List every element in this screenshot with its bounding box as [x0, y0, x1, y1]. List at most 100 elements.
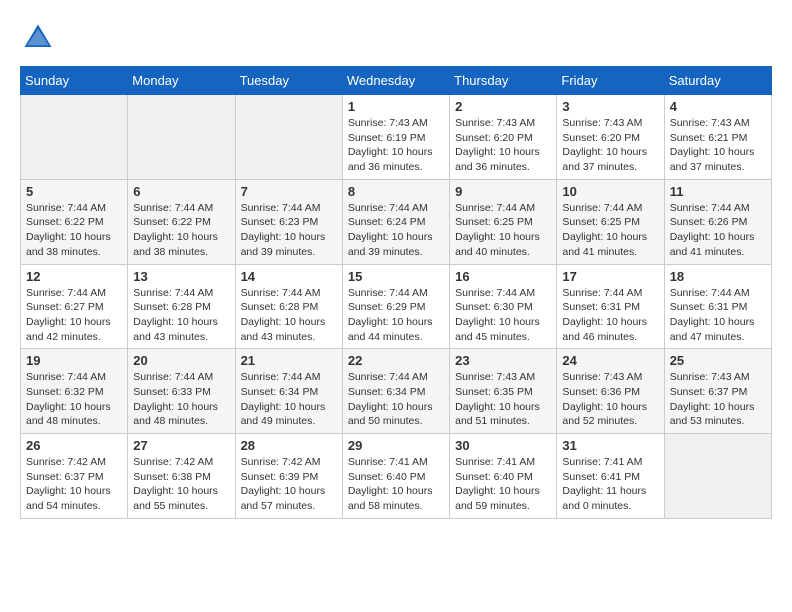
day-number: 7	[241, 184, 337, 199]
calendar-cell: 30 Sunrise: 7:41 AM Sunset: 6:40 PM Dayli…	[450, 434, 557, 519]
weekday-header-friday: Friday	[557, 67, 664, 95]
calendar-cell: 20Sunrise: 7:44 AM Sunset: 6:33 PM Dayli…	[128, 349, 235, 434]
day-number: 12	[26, 269, 122, 284]
calendar-cell	[664, 434, 771, 519]
day-info: Sunrise: 7:44 AM Sunset: 6:31 PM Dayligh…	[670, 286, 766, 345]
day-info: Sunrise: 7:41 AM Sunset: 6:40 PM Dayligh…	[348, 455, 444, 514]
calendar-cell: 9Sunrise: 7:44 AM Sunset: 6:25 PM Daylig…	[450, 179, 557, 264]
day-info: Sunrise: 7:43 AM Sunset: 6:21 PM Dayligh…	[670, 116, 766, 175]
calendar-cell: 3Sunrise: 7:43 AM Sunset: 6:20 PM Daylig…	[557, 95, 664, 180]
calendar-cell: 10 Sunrise: 7:44 AM Sunset: 6:25 PM Dayli…	[557, 179, 664, 264]
calendar-cell: 25Sunrise: 7:43 AM Sunset: 6:37 PM Dayli…	[664, 349, 771, 434]
day-info: Sunrise: 7:44 AM Sunset: 6:23 PM Dayligh…	[241, 201, 337, 260]
day-number: 15	[348, 269, 444, 284]
weekday-header-thursday: Thursday	[450, 67, 557, 95]
day-number: 31	[562, 438, 658, 453]
calendar-cell: 14Sunrise: 7:44 AM Sunset: 6:28 PM Dayli…	[235, 264, 342, 349]
day-number: 6	[133, 184, 229, 199]
day-info: Sunrise: 7:44 AM Sunset: 6:31 PM Dayligh…	[562, 286, 658, 345]
day-info: Sunrise: 7:44 AM Sunset: 6:30 PM Dayligh…	[455, 286, 551, 345]
weekday-header-monday: Monday	[128, 67, 235, 95]
weekday-header-wednesday: Wednesday	[342, 67, 449, 95]
calendar-cell: 23 Sunrise: 7:43 AM Sunset: 6:35 PM Dayli…	[450, 349, 557, 434]
day-number: 11	[670, 184, 766, 199]
day-info: Sunrise: 7:43 AM Sunset: 6:36 PM Dayligh…	[562, 370, 658, 429]
day-number: 28	[241, 438, 337, 453]
day-number: 21	[241, 353, 337, 368]
calendar-cell: 31 Sunrise: 7:41 AM Sunset: 6:41 PM Dayli…	[557, 434, 664, 519]
day-info: Sunrise: 7:44 AM Sunset: 6:32 PM Dayligh…	[26, 370, 122, 429]
weekday-header-row: SundayMondayTuesdayWednesdayThursdayFrid…	[21, 67, 772, 95]
day-info: Sunrise: 7:44 AM Sunset: 6:28 PM Dayligh…	[133, 286, 229, 345]
calendar-cell: 16 Sunrise: 7:44 AM Sunset: 6:30 PM Dayli…	[450, 264, 557, 349]
day-number: 3	[562, 99, 658, 114]
day-info: Sunrise: 7:41 AM Sunset: 6:41 PM Dayligh…	[562, 455, 658, 514]
calendar-cell: 15Sunrise: 7:44 AM Sunset: 6:29 PM Dayli…	[342, 264, 449, 349]
day-info: Sunrise: 7:44 AM Sunset: 6:34 PM Dayligh…	[348, 370, 444, 429]
day-info: Sunrise: 7:43 AM Sunset: 6:37 PM Dayligh…	[670, 370, 766, 429]
day-number: 29	[348, 438, 444, 453]
calendar-cell: 21Sunrise: 7:44 AM Sunset: 6:34 PM Dayli…	[235, 349, 342, 434]
day-number: 24	[562, 353, 658, 368]
day-info: Sunrise: 7:43 AM Sunset: 6:20 PM Dayligh…	[455, 116, 551, 175]
weekday-header-sunday: Sunday	[21, 67, 128, 95]
day-info: Sunrise: 7:44 AM Sunset: 6:25 PM Dayligh…	[455, 201, 551, 260]
calendar-cell: 29 Sunrise: 7:41 AM Sunset: 6:40 PM Dayli…	[342, 434, 449, 519]
day-number: 14	[241, 269, 337, 284]
day-info: Sunrise: 7:41 AM Sunset: 6:40 PM Dayligh…	[455, 455, 551, 514]
calendar-cell: 4 Sunrise: 7:43 AM Sunset: 6:21 PM Daylig…	[664, 95, 771, 180]
day-info: Sunrise: 7:43 AM Sunset: 6:35 PM Dayligh…	[455, 370, 551, 429]
calendar-cell: 18 Sunrise: 7:44 AM Sunset: 6:31 PM Dayli…	[664, 264, 771, 349]
calendar-cell: 13Sunrise: 7:44 AM Sunset: 6:28 PM Dayli…	[128, 264, 235, 349]
day-number: 18	[670, 269, 766, 284]
day-number: 5	[26, 184, 122, 199]
calendar-cell: 8 Sunrise: 7:44 AM Sunset: 6:24 PM Daylig…	[342, 179, 449, 264]
day-number: 1	[348, 99, 444, 114]
day-number: 22	[348, 353, 444, 368]
calendar-cell: 28 Sunrise: 7:42 AM Sunset: 6:39 PM Dayli…	[235, 434, 342, 519]
week-row-3: 12 Sunrise: 7:44 AM Sunset: 6:27 PM Dayli…	[21, 264, 772, 349]
day-number: 20	[133, 353, 229, 368]
day-number: 27	[133, 438, 229, 453]
weekday-header-tuesday: Tuesday	[235, 67, 342, 95]
calendar-cell: 1 Sunrise: 7:43 AM Sunset: 6:19 PM Daylig…	[342, 95, 449, 180]
day-number: 10	[562, 184, 658, 199]
calendar-cell: 17 Sunrise: 7:44 AM Sunset: 6:31 PM Dayli…	[557, 264, 664, 349]
week-row-5: 26 Sunrise: 7:42 AM Sunset: 6:37 PM Dayli…	[21, 434, 772, 519]
day-number: 16	[455, 269, 551, 284]
weekday-header-saturday: Saturday	[664, 67, 771, 95]
day-info: Sunrise: 7:44 AM Sunset: 6:22 PM Dayligh…	[26, 201, 122, 260]
calendar-cell: 24 Sunrise: 7:43 AM Sunset: 6:36 PM Dayli…	[557, 349, 664, 434]
calendar-cell	[128, 95, 235, 180]
calendar-cell	[235, 95, 342, 180]
day-info: Sunrise: 7:42 AM Sunset: 6:39 PM Dayligh…	[241, 455, 337, 514]
day-info: Sunrise: 7:43 AM Sunset: 6:19 PM Dayligh…	[348, 116, 444, 175]
day-info: Sunrise: 7:44 AM Sunset: 6:27 PM Dayligh…	[26, 286, 122, 345]
logo-icon	[20, 20, 56, 56]
calendar-cell: 6 Sunrise: 7:44 AM Sunset: 6:22 PM Daylig…	[128, 179, 235, 264]
calendar-cell: 7 Sunrise: 7:44 AM Sunset: 6:23 PM Daylig…	[235, 179, 342, 264]
calendar-cell: 11 Sunrise: 7:44 AM Sunset: 6:26 PM Dayli…	[664, 179, 771, 264]
day-number: 26	[26, 438, 122, 453]
day-number: 23	[455, 353, 551, 368]
day-info: Sunrise: 7:42 AM Sunset: 6:38 PM Dayligh…	[133, 455, 229, 514]
day-info: Sunrise: 7:44 AM Sunset: 6:24 PM Dayligh…	[348, 201, 444, 260]
calendar-cell	[21, 95, 128, 180]
day-number: 2	[455, 99, 551, 114]
day-number: 19	[26, 353, 122, 368]
day-info: Sunrise: 7:44 AM Sunset: 6:22 PM Dayligh…	[133, 201, 229, 260]
calendar-cell: 2 Sunrise: 7:43 AM Sunset: 6:20 PM Daylig…	[450, 95, 557, 180]
calendar-cell: 22 Sunrise: 7:44 AM Sunset: 6:34 PM Dayli…	[342, 349, 449, 434]
week-row-2: 5 Sunrise: 7:44 AM Sunset: 6:22 PM Daylig…	[21, 179, 772, 264]
day-number: 8	[348, 184, 444, 199]
day-number: 17	[562, 269, 658, 284]
logo	[20, 20, 60, 56]
calendar-cell: 5 Sunrise: 7:44 AM Sunset: 6:22 PM Daylig…	[21, 179, 128, 264]
day-info: Sunrise: 7:42 AM Sunset: 6:37 PM Dayligh…	[26, 455, 122, 514]
calendar-cell: 26 Sunrise: 7:42 AM Sunset: 6:37 PM Dayli…	[21, 434, 128, 519]
day-number: 4	[670, 99, 766, 114]
day-info: Sunrise: 7:44 AM Sunset: 6:25 PM Dayligh…	[562, 201, 658, 260]
day-number: 30	[455, 438, 551, 453]
day-info: Sunrise: 7:44 AM Sunset: 6:26 PM Dayligh…	[670, 201, 766, 260]
week-row-4: 19 Sunrise: 7:44 AM Sunset: 6:32 PM Dayli…	[21, 349, 772, 434]
